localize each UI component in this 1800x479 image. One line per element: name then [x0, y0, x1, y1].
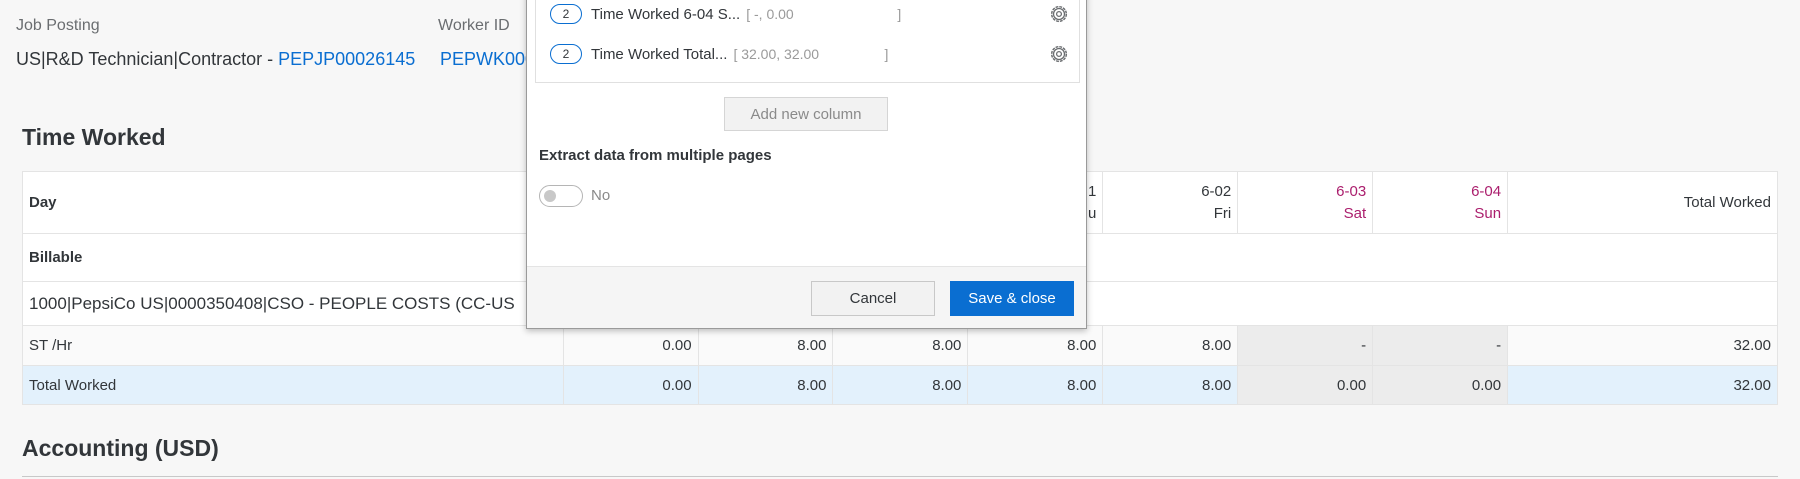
column-range: [ 32.00, 32.00] — [733, 46, 889, 62]
add-new-column-button[interactable]: Add new column — [724, 97, 888, 131]
day-header-6-04: 6-04 Sun — [1372, 171, 1509, 234]
column-list: 2 Time Worked 6-04 S... [ -, 0.00] 2 Tim… — [535, 0, 1080, 83]
st-hr-cell: - — [1372, 325, 1509, 366]
day-header-6-02: 6-02 Fri — [1102, 171, 1239, 234]
job-posting-text: US|R&D Technician|Contractor - — [16, 49, 279, 69]
total-cell: 0.00 — [562, 365, 699, 405]
column-count-badge: 2 — [550, 4, 582, 24]
job-posting-link[interactable]: PEPJP00026145 — [278, 49, 415, 69]
st-hr-cell[interactable]: 8.00 — [697, 325, 834, 366]
total-worked-row: Total Worked 0.00 8.00 8.00 8.00 8.00 0.… — [22, 365, 1778, 405]
extract-multiple-pages-title: Extract data from multiple pages — [539, 147, 772, 164]
total-cell: 8.00 — [697, 365, 834, 405]
st-hr-cell[interactable]: 8.00 — [967, 325, 1104, 366]
gear-icon[interactable] — [1048, 43, 1070, 65]
column-item[interactable]: 2 Time Worked 6-04 S... [ -, 0.00] — [550, 0, 1070, 28]
column-name: Time Worked Total... — [591, 45, 728, 63]
worker-id-label: Worker ID — [438, 17, 510, 34]
save-close-button[interactable]: Save & close — [950, 281, 1074, 316]
total-grand: 32.00 — [1507, 365, 1778, 405]
job-posting-value: US|R&D Technician|Contractor - PEPJP0002… — [16, 49, 415, 70]
time-worked-title: Time Worked — [22, 124, 166, 150]
table-row: ST /Hr 0.00 8.00 8.00 8.00 8.00 - - 32.0… — [22, 325, 1778, 366]
column-item[interactable]: 2 Time Worked Total... [ 32.00, 32.00] — [550, 40, 1070, 68]
toggle-state-label: No — [591, 187, 611, 204]
cancel-button[interactable]: Cancel — [811, 281, 935, 316]
total-cell: 8.00 — [832, 365, 969, 405]
worker-id-link[interactable]: PEPWK000 — [440, 49, 535, 70]
total-worked-label: Total Worked — [22, 365, 564, 405]
day-header-6-03: 6-03 Sat — [1237, 171, 1374, 234]
total-cell: 8.00 — [1102, 365, 1239, 405]
day-header: Day — [22, 171, 564, 234]
total-cell: 0.00 — [1372, 365, 1509, 405]
divider — [22, 476, 1778, 477]
column-name: Time Worked 6-04 S... — [591, 5, 741, 23]
total-worked-header: Total Worked — [1507, 171, 1778, 234]
extract-multiple-pages-toggle[interactable] — [539, 185, 583, 207]
toggle-knob — [544, 190, 556, 202]
st-hr-cell[interactable]: 8.00 — [832, 325, 969, 366]
st-hr-total: 32.00 — [1507, 325, 1778, 366]
gear-icon[interactable] — [1048, 3, 1070, 25]
st-hr-cell[interactable]: 0.00 — [562, 325, 699, 366]
total-cell: 0.00 — [1237, 365, 1374, 405]
st-hr-label: ST /Hr — [22, 325, 564, 366]
job-posting-label: Job Posting — [16, 17, 100, 34]
st-hr-cell: - — [1237, 325, 1374, 366]
extract-columns-dialog: 2 Time Worked 6-04 S... [ -, 0.00] 2 Tim… — [526, 0, 1087, 329]
column-range: [ -, 0.00] — [746, 6, 902, 22]
accounting-title: Accounting (USD) — [22, 435, 219, 461]
dialog-footer: Cancel Save & close — [527, 266, 1086, 328]
total-cell: 8.00 — [967, 365, 1104, 405]
st-hr-cell[interactable]: 8.00 — [1102, 325, 1239, 366]
column-count-badge: 2 — [550, 44, 582, 64]
